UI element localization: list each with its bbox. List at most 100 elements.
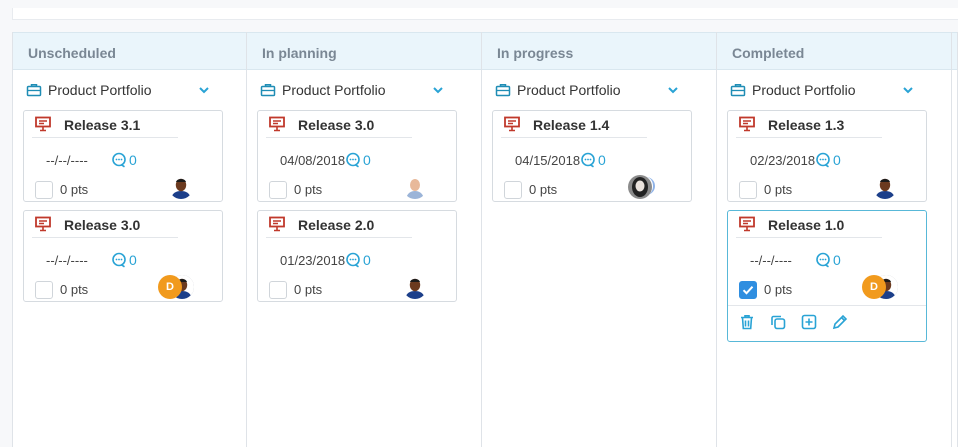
comment-icon xyxy=(815,252,833,268)
release-title[interactable]: Release 3.1 xyxy=(64,117,140,133)
group-title: Product Portfolio xyxy=(517,82,621,98)
release-icon xyxy=(269,216,285,232)
edit-icon[interactable] xyxy=(831,313,849,331)
release-title[interactable]: Release 3.0 xyxy=(64,217,140,233)
release-date: --/--/---- xyxy=(750,253,792,268)
comments-link[interactable]: 0 xyxy=(345,252,371,268)
comment-icon xyxy=(345,252,363,268)
briefcase-icon xyxy=(26,82,42,98)
release-date: --/--/---- xyxy=(46,153,88,168)
title-underline xyxy=(736,137,882,138)
trash-icon[interactable] xyxy=(738,313,756,331)
avatar[interactable] xyxy=(403,275,427,299)
comment-count: 0 xyxy=(363,152,371,168)
avatar[interactable] xyxy=(628,175,652,199)
title-underline xyxy=(266,137,412,138)
column-title: In progress xyxy=(482,32,716,70)
group-header[interactable]: Product Portfolio xyxy=(717,70,951,110)
comments-link[interactable]: 0 xyxy=(815,152,841,168)
comments-link[interactable]: 0 xyxy=(580,152,606,168)
release-icon xyxy=(35,216,51,232)
complete-checkbox[interactable] xyxy=(35,181,53,199)
kanban-board: Unscheduled Product Portfolio Release 3.1 -… xyxy=(12,32,958,447)
release-card[interactable]: Release 1.0 --/--/---- 0 0 pts D xyxy=(727,210,927,342)
group-title: Product Portfolio xyxy=(48,82,152,98)
comment-icon xyxy=(111,252,129,268)
chevron-down-icon[interactable] xyxy=(431,83,445,97)
comments-link[interactable]: 0 xyxy=(111,252,137,268)
chevron-down-icon[interactable] xyxy=(666,83,680,97)
release-card[interactable]: Release 3.0 04/08/2018 0 0 pts xyxy=(257,110,457,202)
comment-icon xyxy=(580,152,598,168)
copy-icon[interactable] xyxy=(769,313,787,331)
comments-link[interactable]: 0 xyxy=(111,152,137,168)
release-title[interactable]: Release 1.0 xyxy=(768,217,844,233)
top-bar xyxy=(12,8,958,20)
group-header[interactable]: Product Portfolio xyxy=(13,70,246,110)
comment-count: 0 xyxy=(129,152,137,168)
release-date: 02/23/2018 xyxy=(750,153,816,168)
title-underline xyxy=(501,137,647,138)
chevron-down-icon[interactable] xyxy=(197,83,211,97)
column-in-progress: In progress Product Portfolio Release 1.4 0… xyxy=(482,32,717,447)
briefcase-icon xyxy=(260,82,276,98)
title-underline xyxy=(736,237,882,238)
chevron-down-icon[interactable] xyxy=(901,83,915,97)
release-icon xyxy=(739,216,755,232)
points-value: 0 pts xyxy=(294,282,323,297)
points-value: 0 pts xyxy=(60,282,89,297)
avatar-initial[interactable]: D xyxy=(862,275,886,299)
complete-checkbox[interactable] xyxy=(739,281,757,299)
avatar[interactable] xyxy=(873,175,897,199)
briefcase-icon xyxy=(730,82,746,98)
release-card[interactable]: Release 1.4 04/15/2018 0 0 pts xyxy=(492,110,692,202)
release-title[interactable]: Release 3.0 xyxy=(298,117,374,133)
group-header[interactable]: Product Portfolio xyxy=(247,70,481,110)
release-card[interactable]: Release 2.0 01/23/2018 0 0 pts xyxy=(257,210,457,302)
points-value: 0 pts xyxy=(764,282,793,297)
points-value: 0 pts xyxy=(60,182,89,197)
points-value: 0 pts xyxy=(294,182,323,197)
release-card[interactable]: Release 3.1 --/--/---- 0 0 pts xyxy=(23,110,223,202)
release-card[interactable]: Release 1.3 02/23/2018 0 0 pts xyxy=(727,110,927,202)
complete-checkbox[interactable] xyxy=(269,181,287,199)
column-title: Completed xyxy=(717,32,951,70)
column-in-planning: In planning Product Portfolio Release 3.0 0… xyxy=(247,32,482,447)
comment-icon xyxy=(815,152,833,168)
comment-count: 0 xyxy=(363,252,371,268)
release-date: 01/23/2018 xyxy=(280,253,346,268)
avatar[interactable] xyxy=(403,175,427,199)
release-title[interactable]: Release 1.3 xyxy=(768,117,844,133)
column-title: In planning xyxy=(247,32,481,70)
column-next xyxy=(952,32,958,447)
comment-count: 0 xyxy=(833,252,841,268)
title-underline xyxy=(266,237,412,238)
release-title[interactable]: Release 2.0 xyxy=(298,217,374,233)
complete-checkbox[interactable] xyxy=(504,181,522,199)
comment-count: 0 xyxy=(129,252,137,268)
release-date: 04/08/2018 xyxy=(280,153,346,168)
group-title: Product Portfolio xyxy=(282,82,386,98)
points-value: 0 pts xyxy=(529,182,558,197)
avatar[interactable] xyxy=(169,175,193,199)
release-icon xyxy=(504,116,520,132)
comment-count: 0 xyxy=(833,152,841,168)
card-actions-divider xyxy=(728,305,926,306)
release-date: --/--/---- xyxy=(46,253,88,268)
complete-checkbox[interactable] xyxy=(35,281,53,299)
release-title[interactable]: Release 1.4 xyxy=(533,117,609,133)
release-icon xyxy=(35,116,51,132)
complete-checkbox[interactable] xyxy=(269,281,287,299)
complete-checkbox[interactable] xyxy=(739,181,757,199)
column-completed: Completed Product Portfolio Release 1.3 02/… xyxy=(717,32,952,447)
comment-icon xyxy=(111,152,129,168)
group-header[interactable]: Product Portfolio xyxy=(482,70,716,110)
comment-count: 0 xyxy=(598,152,606,168)
avatar-initial[interactable]: D xyxy=(158,275,182,299)
comments-link[interactable]: 0 xyxy=(815,252,841,268)
add-icon[interactable] xyxy=(800,313,818,331)
comment-icon xyxy=(345,152,363,168)
release-card[interactable]: Release 3.0 --/--/---- 0 0 pts D xyxy=(23,210,223,302)
column-title-empty xyxy=(952,32,957,70)
comments-link[interactable]: 0 xyxy=(345,152,371,168)
